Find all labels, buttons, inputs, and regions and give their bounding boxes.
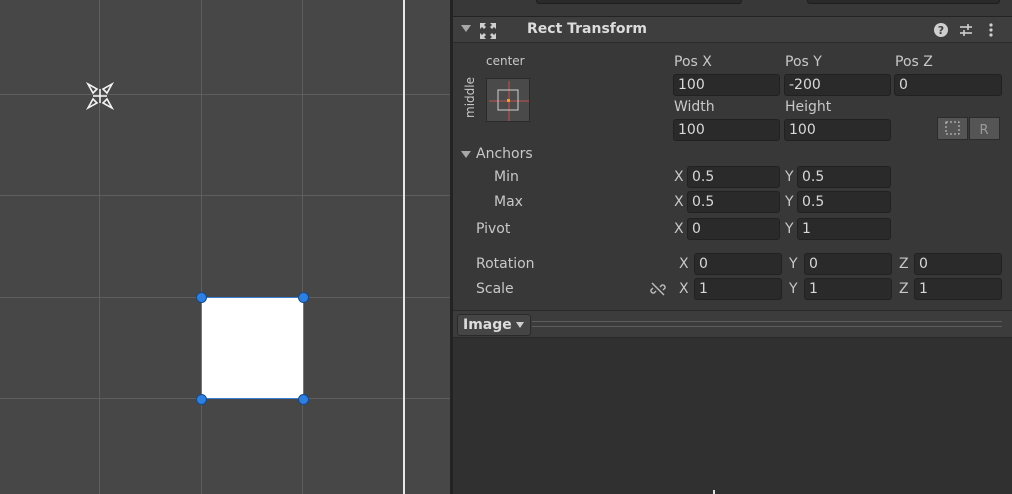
component-title: Rect Transform: [527, 21, 648, 37]
scale-y-axis-label: Y: [789, 281, 798, 297]
anchor-preset-button[interactable]: [486, 78, 530, 122]
pivot-y-field[interactable]: 1: [797, 218, 891, 240]
image-dropdown-label: Image: [463, 317, 512, 333]
presets-icon[interactable]: [958, 22, 974, 38]
pos-y-label: Pos Y: [785, 54, 822, 70]
constrain-proportions-icon[interactable]: [650, 281, 666, 297]
height-label: Height: [785, 99, 832, 115]
grid-line: [0, 195, 450, 196]
dropdown-caret-icon: [515, 322, 524, 328]
width-label: Width: [674, 99, 715, 115]
scene-view[interactable]: [0, 0, 450, 494]
anchor-preset-icon: [489, 81, 529, 121]
pos-z-field[interactable]: 0: [894, 74, 1002, 96]
preview-marker: [713, 490, 715, 494]
anchors-min-x-axis-label: X: [674, 169, 684, 185]
grid-line: [201, 0, 202, 494]
raw-edit-icon: R: [979, 123, 988, 138]
rect-transform-icon: [480, 23, 496, 39]
pivot-x-axis-label: X: [674, 221, 684, 237]
pos-x-field[interactable]: 100: [673, 74, 780, 96]
width-field[interactable]: 100: [673, 119, 780, 141]
scale-z-axis-label: Z: [899, 281, 909, 297]
grid-line: [302, 0, 303, 494]
component-header[interactable]: Rect Transform ?: [453, 16, 1012, 43]
anchors-min-x-field[interactable]: 0.5: [687, 166, 780, 188]
anchors-max-y-field[interactable]: 0.5: [797, 191, 891, 213]
dashed-rect-icon: [945, 121, 960, 135]
kebab-menu-icon[interactable]: [983, 22, 999, 38]
rotation-x-axis-label: X: [679, 256, 689, 272]
anchors-max-x-axis-label: X: [674, 194, 684, 210]
anchors-max-x-field[interactable]: 0.5: [687, 191, 780, 213]
drag-bar-lines[interactable]: [532, 321, 1002, 327]
svg-text:R: R: [979, 123, 988, 138]
canvas-boundary: [403, 0, 405, 494]
pos-x-label: Pos X: [674, 54, 712, 70]
layer-dropdown[interactable]: [807, 0, 1000, 4]
image-dropdown[interactable]: Image: [457, 314, 531, 336]
scale-x-axis-label: X: [679, 281, 689, 297]
grid-line: [99, 0, 100, 494]
anchor-preset-vertical-label: middle: [463, 77, 477, 118]
rotation-z-axis-label: Z: [899, 256, 909, 272]
pivot-x-field[interactable]: 0: [687, 218, 780, 240]
anchors-max-y-axis-label: Y: [785, 194, 794, 210]
scale-z-field[interactable]: 1: [914, 278, 1002, 300]
pivot-label: Pivot: [476, 221, 511, 237]
svg-text:?: ?: [938, 24, 944, 37]
rotation-label: Rotation: [476, 256, 535, 272]
scale-y-field[interactable]: 1: [804, 278, 892, 300]
anchor-preset-horizontal-label: center: [486, 54, 525, 68]
grid-line: [0, 94, 450, 95]
pivot-y-axis-label: Y: [785, 221, 794, 237]
scale-label: Scale: [476, 281, 514, 297]
rotation-y-field[interactable]: 0: [804, 253, 892, 275]
inspector-top-strip: [453, 0, 1012, 16]
scale-x-field[interactable]: 1: [694, 278, 782, 300]
anchor-gizmo-icon[interactable]: [84, 80, 116, 112]
pos-y-field[interactable]: -200: [784, 74, 891, 96]
rotation-y-axis-label: Y: [789, 256, 798, 272]
rotation-z-field[interactable]: 0: [914, 253, 1002, 275]
anchors-label[interactable]: Anchors: [476, 146, 533, 162]
resize-handle-bottom-left[interactable]: [196, 394, 207, 405]
anchors-foldout-arrow-icon[interactable]: [461, 151, 471, 158]
preview-area: [453, 338, 1012, 494]
raw-edit-mode-button[interactable]: R: [969, 117, 1000, 140]
inspector-panel: Rect Transform ? center middle Pos X Pos…: [453, 0, 1012, 494]
anchors-min-y-field[interactable]: 0.5: [797, 166, 891, 188]
anchors-min-label: Min: [494, 169, 519, 185]
tag-dropdown[interactable]: [536, 0, 742, 4]
pos-z-label: Pos Z: [895, 54, 933, 70]
image-component-bar: Image: [453, 310, 1012, 338]
blueprint-mode-button[interactable]: [937, 117, 968, 140]
anchors-min-y-axis-label: Y: [785, 169, 794, 185]
help-icon[interactable]: ?: [933, 22, 949, 38]
foldout-arrow-icon[interactable]: [461, 25, 471, 32]
rotation-x-field[interactable]: 0: [694, 253, 782, 275]
resize-handle-bottom-right[interactable]: [298, 394, 309, 405]
anchors-max-label: Max: [494, 194, 523, 210]
height-field[interactable]: 100: [784, 119, 891, 141]
selection-outline: [201, 297, 304, 399]
resize-handle-top-left[interactable]: [196, 292, 207, 303]
resize-handle-top-right[interactable]: [298, 292, 309, 303]
